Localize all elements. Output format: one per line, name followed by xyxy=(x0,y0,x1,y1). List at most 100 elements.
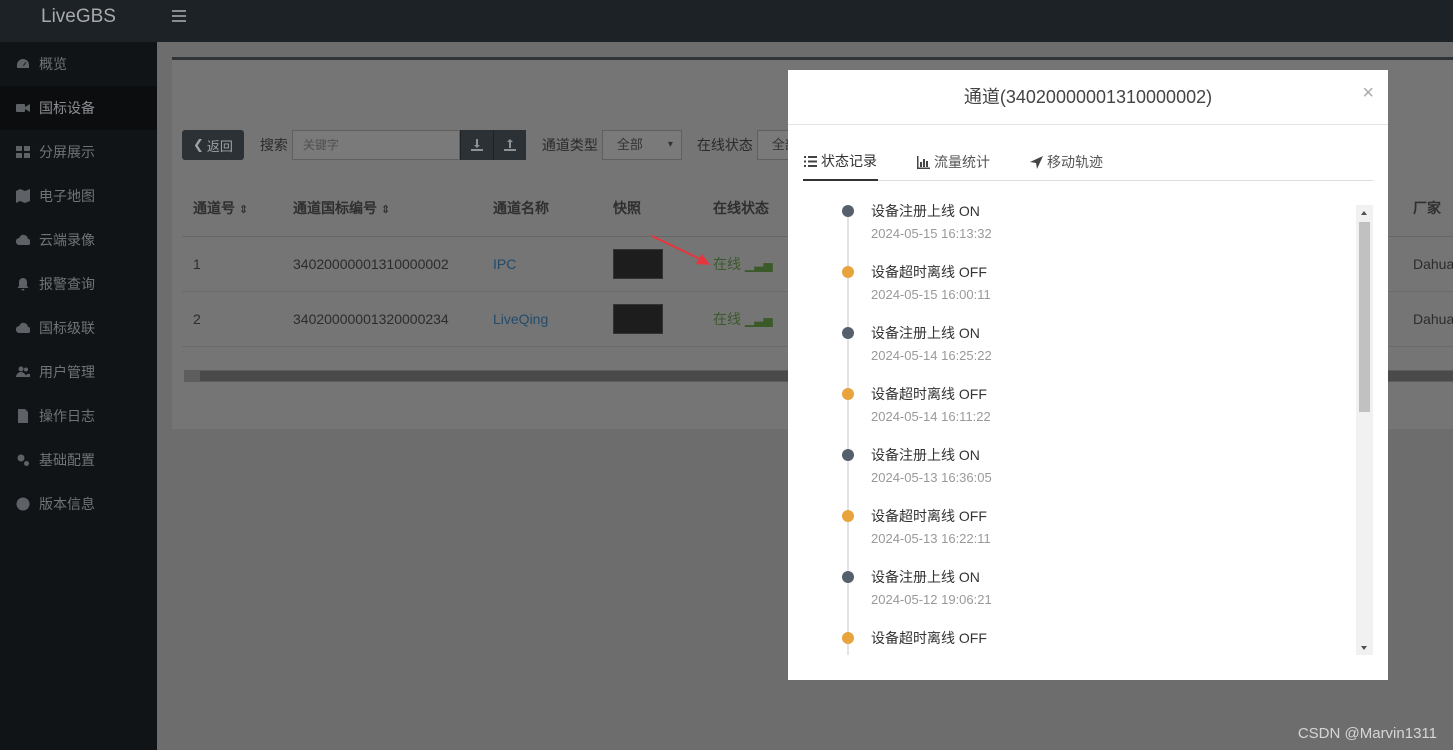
upload-button[interactable] xyxy=(492,130,526,160)
sidebar-item-label: 用户管理 xyxy=(39,364,95,380)
timeline-time: 2024-05-14 16:25:22 xyxy=(871,348,992,363)
dashboard-icon xyxy=(15,56,31,72)
sidebar-item-7[interactable]: 国标级联 xyxy=(0,306,157,350)
timeline-event: 设备注册上线 ON xyxy=(871,203,980,219)
status-dot-icon xyxy=(842,571,854,583)
cell-online-status[interactable]: 在线 ▁▃▅ xyxy=(713,309,773,329)
cloud-icon xyxy=(15,232,31,248)
timeline-time: 2024-05-15 16:13:32 xyxy=(871,226,992,241)
topbar xyxy=(157,0,1453,42)
status-dot-icon xyxy=(842,266,854,278)
timeline-item: 设备超时离线 OFF 2024-05-14 16:11:22 xyxy=(803,384,1343,445)
vertical-scrollbar[interactable] xyxy=(1356,205,1373,655)
annotation-arrow-icon xyxy=(651,235,710,265)
sidebar: LiveGBS 概览国标设备分屏展示电子地图云端录像报警查询国标级联用户管理操作… xyxy=(0,0,157,750)
cell-vendor: Dahua xyxy=(1413,256,1453,272)
back-button[interactable]: ❮ 返回 xyxy=(182,130,244,160)
upload-icon xyxy=(503,139,516,151)
timeline-item: 设备超时离线 OFF xyxy=(803,628,1343,655)
menu-toggle-icon[interactable] xyxy=(172,10,186,24)
search-input[interactable]: 关键字 xyxy=(291,130,460,160)
modal-title: 通道(34020000001310000002) xyxy=(963,87,1213,107)
timeline-item: 设备超时离线 OFF 2024-05-15 16:00:11 xyxy=(803,262,1343,323)
snapshot-thumbnail[interactable] xyxy=(613,304,663,334)
grid-icon xyxy=(15,144,31,160)
cell-online-status[interactable]: 在线 ▁▃▅ xyxy=(713,254,773,274)
header-gb-id[interactable]: 通道国标编号 ⇕ xyxy=(293,198,390,218)
status-dot-icon xyxy=(842,205,854,217)
close-icon[interactable]: × xyxy=(1362,82,1374,105)
scroll-up-icon xyxy=(1361,211,1367,215)
sidebar-item-label: 电子地图 xyxy=(39,188,95,204)
download-icon xyxy=(470,139,483,151)
download-button[interactable] xyxy=(459,130,493,160)
sidebar-item-11[interactable]: 版本信息 xyxy=(0,482,157,526)
header-channel-name: 通道名称 xyxy=(493,200,549,216)
cell-channel-name-link[interactable]: IPC xyxy=(493,256,516,272)
sidebar-item-8[interactable]: 用户管理 xyxy=(0,350,157,394)
map-icon xyxy=(15,188,31,204)
bell-icon xyxy=(15,276,31,292)
sidebar-item-10[interactable]: 基础配置 xyxy=(0,438,157,482)
status-dot-icon xyxy=(842,388,854,400)
sidebar-item-label: 云端录像 xyxy=(39,232,95,248)
sidebar-item-label: 概览 xyxy=(39,56,67,72)
cell-channel-name-link[interactable]: LiveQing xyxy=(493,311,548,327)
chevron-down-icon: ▾ xyxy=(667,139,673,150)
channel-modal: 通道(34020000001310000002) × 状态记录 流量统计 移动轨… xyxy=(788,70,1388,680)
tab-status-log[interactable]: 状态记录 xyxy=(803,144,878,181)
scroll-down-icon xyxy=(1361,646,1367,650)
gears-icon xyxy=(15,452,31,468)
globe-icon xyxy=(15,496,31,512)
bar-chart-icon xyxy=(917,156,930,169)
status-dot-icon xyxy=(842,327,854,339)
timeline-event: 设备注册上线 ON xyxy=(871,447,980,463)
timeline-event: 设备注册上线 ON xyxy=(871,325,980,341)
search-label: 搜索 xyxy=(259,137,288,153)
sidebar-item-label: 分屏展示 xyxy=(39,144,95,160)
sidebar-item-1[interactable]: 概览 xyxy=(0,42,157,86)
sidebar-item-label: 操作日志 xyxy=(39,408,95,424)
sidebar-item-3[interactable]: 分屏展示 xyxy=(0,130,157,174)
sidebar-item-4[interactable]: 电子地图 xyxy=(0,174,157,218)
online-status-label: 在线状态 xyxy=(696,137,753,153)
tab-traffic-stats[interactable]: 流量统计 xyxy=(916,144,991,181)
timeline-event: 设备超时离线 OFF xyxy=(871,386,987,402)
cell-channel-no: 2 xyxy=(193,311,201,327)
timeline-time: 2024-05-13 16:22:11 xyxy=(871,531,991,546)
cell-vendor: Dahua xyxy=(1413,311,1453,327)
list-icon xyxy=(804,156,817,167)
timeline-time: 2024-05-14 16:11:22 xyxy=(871,409,991,424)
tab-movement-track[interactable]: 移动轨迹 xyxy=(1029,144,1104,181)
file-icon xyxy=(15,408,31,424)
header-snapshot: 快照 xyxy=(613,200,641,216)
app-logo[interactable]: LiveGBS xyxy=(0,0,157,42)
timeline-time: 2024-05-15 16:00:11 xyxy=(871,287,991,302)
sort-icon: ⇕ xyxy=(380,204,391,216)
users-icon xyxy=(15,364,31,380)
timeline-time: 2024-05-13 16:36:05 xyxy=(871,470,992,485)
timeline-event: 设备超时离线 OFF xyxy=(871,264,987,280)
sidebar-item-2[interactable]: 国标设备 xyxy=(0,86,157,130)
chevron-left-icon: ❮ xyxy=(193,137,204,152)
scrollbar-thumb xyxy=(1359,222,1370,412)
timeline-event: 设备超时离线 OFF xyxy=(871,630,987,646)
sidebar-item-5[interactable]: 云端录像 xyxy=(0,218,157,262)
location-arrow-icon xyxy=(1030,156,1043,169)
header-vendor: 厂家 xyxy=(1413,200,1441,216)
timeline-item: 设备注册上线 ON 2024-05-12 19:06:21 xyxy=(803,567,1343,628)
cell-channel-no: 1 xyxy=(193,256,201,272)
timeline-item: 设备超时离线 OFF 2024-05-13 16:22:11 xyxy=(803,506,1343,567)
sidebar-item-6[interactable]: 报警查询 xyxy=(0,262,157,306)
timeline-item: 设备注册上线 ON 2024-05-14 16:25:22 xyxy=(803,323,1343,384)
channel-type-select[interactable]: 全部 ▾ xyxy=(601,130,682,160)
cloud-upload-icon xyxy=(15,320,31,336)
watermark: CSDN @Marvin1311 xyxy=(1297,725,1437,742)
status-dot-icon xyxy=(842,449,854,461)
header-channel-no[interactable]: 通道号 ⇕ xyxy=(193,198,248,218)
cell-gb-id: 34020000001320000234 xyxy=(293,311,449,327)
timeline-item: 设备注册上线 ON 2024-05-13 16:36:05 xyxy=(803,445,1343,506)
sidebar-item-label: 报警查询 xyxy=(39,276,95,292)
sidebar-item-9[interactable]: 操作日志 xyxy=(0,394,157,438)
modal-tabs: 状态记录 流量统计 移动轨迹 xyxy=(803,144,1373,181)
